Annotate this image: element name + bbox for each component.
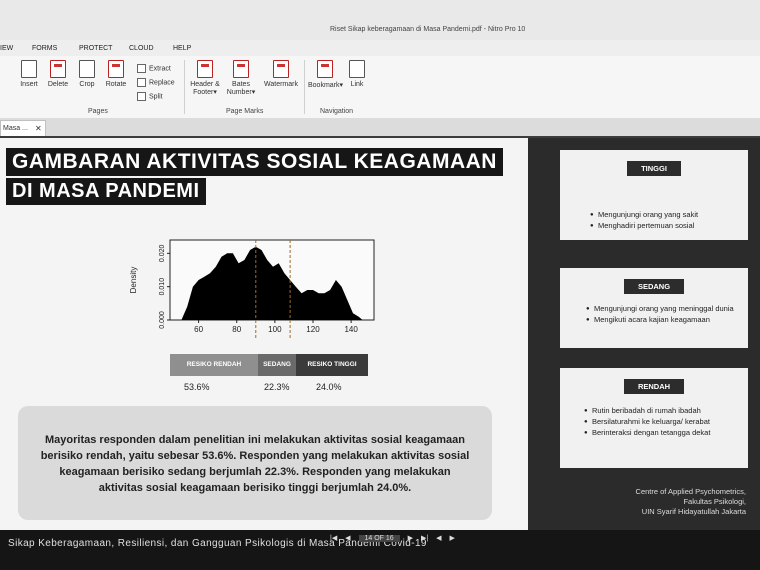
group-separator	[304, 60, 305, 114]
menu-cloud[interactable]: CLOUD	[129, 45, 154, 52]
crop-button[interactable]: Crop	[72, 60, 102, 88]
replace-button[interactable]: Replace	[137, 78, 175, 87]
card-rendah-label: RENDAH	[623, 379, 685, 394]
menu-protect[interactable]: PROTECT	[79, 45, 112, 52]
bates-number-icon	[233, 60, 249, 78]
pages-group-label: Pages	[88, 108, 108, 115]
insert-button[interactable]: Insert	[14, 60, 44, 88]
link-icon	[349, 60, 365, 78]
menu-view[interactable]: IEW	[0, 45, 13, 52]
y-axis-label: Density	[129, 267, 138, 294]
card-rendah: RENDAH Rutin beribadah di rumah ibadah B…	[560, 368, 748, 468]
last-page-icon[interactable]: ▶|	[421, 535, 428, 542]
group-separator	[184, 60, 185, 114]
bookmark-button[interactable]: Bookmark▾	[308, 60, 343, 89]
document-tab[interactable]: Masa ... ✕	[0, 120, 46, 137]
risk-high-percent: 24.0%	[316, 382, 342, 392]
window-title: Riset Sikap keberagamaan di Masa Pandemi…	[330, 26, 526, 33]
x-tick-label: 60	[194, 325, 203, 334]
watermark-button[interactable]: Watermark	[262, 60, 300, 88]
risk-low-bar: RESIKO RENDAH	[170, 354, 258, 376]
close-tab-icon[interactable]: ✕	[35, 124, 42, 133]
extract-button[interactable]: Extract	[137, 64, 171, 73]
header-footer-icon	[197, 60, 213, 78]
menu-forms[interactable]: FORMS	[32, 45, 57, 52]
watermark-icon	[273, 60, 289, 78]
split-button[interactable]: Split	[137, 92, 163, 101]
header-footer-button[interactable]: Header & Footer▾	[190, 60, 220, 96]
link-button[interactable]: Link	[342, 60, 372, 88]
y-tick-label: 0.000	[159, 311, 166, 329]
list-item: Bersilaturahmi ke keluarga/ kerabat	[584, 417, 734, 427]
risk-low-percent: 53.6%	[184, 382, 210, 392]
next-page-icon[interactable]: ▶	[408, 535, 413, 542]
page-marks-group-label: Page Marks	[226, 108, 264, 115]
insert-page-icon	[21, 60, 37, 78]
slide-title-line2: DI MASA PANDEMI	[6, 178, 206, 205]
x-tick-label: 140	[344, 325, 358, 334]
menu-help[interactable]: HELP	[173, 45, 191, 52]
category-panel: TINGGI Mengunjungi orang yang sakit Meng…	[528, 138, 760, 530]
menu-bar: IEW FORMS PROTECT CLOUD HELP	[0, 40, 760, 56]
x-tick-label: 80	[232, 325, 241, 334]
card-sedang: SEDANG Mengunjungi orang yang meninggal …	[560, 268, 748, 348]
y-tick-label: 0.020	[159, 244, 166, 262]
list-item: Mengunjungi orang yang meninggal dunia	[586, 304, 744, 314]
extract-icon	[137, 64, 146, 73]
list-item: Menghadiri pertemuan sosial	[590, 221, 740, 231]
forward-icon[interactable]: ▶	[449, 535, 454, 542]
back-icon[interactable]: ◀	[436, 535, 441, 542]
title-bar: Riset Sikap keberagamaan di Masa Pandemi…	[0, 0, 760, 40]
delete-page-icon	[50, 60, 66, 78]
slide-content: GAMBARAN AKTIVITAS SOSIAL KEAGAMAAN DI M…	[0, 138, 528, 530]
slide-footer: Sikap Keberagamaan, Resiliensi, dan Gang…	[0, 530, 760, 570]
y-tick-label: 0.010	[159, 278, 166, 296]
rotate-icon	[108, 60, 124, 78]
summary-box: Mayoritas responden dalam penelitian ini…	[18, 406, 492, 520]
crop-icon	[79, 60, 95, 78]
density-chart: 60 80 100 120 140 0.000 0.010 0.020 Density	[129, 239, 375, 340]
list-item: Mengunjungi orang yang sakit	[590, 210, 740, 220]
bookmark-icon	[317, 60, 333, 78]
first-page-icon[interactable]: |◀	[330, 535, 337, 542]
prev-page-icon[interactable]: ◀	[345, 535, 350, 542]
card-tinggi: TINGGI Mengunjungi orang yang sakit Meng…	[560, 150, 748, 240]
page-indicator[interactable]: 14 OF 16	[358, 535, 400, 542]
ribbon: Insert Delete Crop Rotate Extract Replac…	[0, 56, 760, 119]
credits: Centre of Applied Psychometrics, Fakulta…	[635, 487, 746, 516]
document-tab-bar: Masa ... ✕	[0, 118, 760, 137]
delete-button[interactable]: Delete	[43, 60, 73, 88]
page-navigator: |◀ ◀ 14 OF 16 ▶ ▶| ◀ ▶	[330, 534, 461, 546]
list-item: Mengikuti acara kajian keagamaan	[586, 315, 744, 325]
risk-medium-bar: SEDANG	[258, 354, 296, 376]
split-icon	[137, 92, 146, 101]
replace-icon	[137, 78, 146, 87]
navigation-group-label: Navigation	[320, 108, 354, 115]
x-tick-label: 120	[306, 325, 320, 334]
list-item: Berinteraksi dengan tetangga dekat	[584, 428, 734, 438]
slide-title-line1: GAMBARAN AKTIVITAS SOSIAL KEAGAMAAN	[6, 148, 503, 176]
summary-text: Mayoritas responden dalam penelitian ini…	[40, 434, 470, 494]
card-tinggi-label: TINGGI	[627, 161, 681, 176]
list-item: Rutin beribadah di rumah ibadah	[584, 406, 734, 416]
risk-medium-percent: 22.3%	[264, 382, 290, 392]
rotate-button[interactable]: Rotate	[101, 60, 131, 88]
x-tick-label: 100	[268, 325, 282, 334]
risk-high-bar: RESIKO TINGGI	[296, 354, 368, 376]
bates-number-button[interactable]: Bates Number▾	[226, 60, 256, 96]
card-sedang-label: SEDANG	[623, 279, 685, 294]
